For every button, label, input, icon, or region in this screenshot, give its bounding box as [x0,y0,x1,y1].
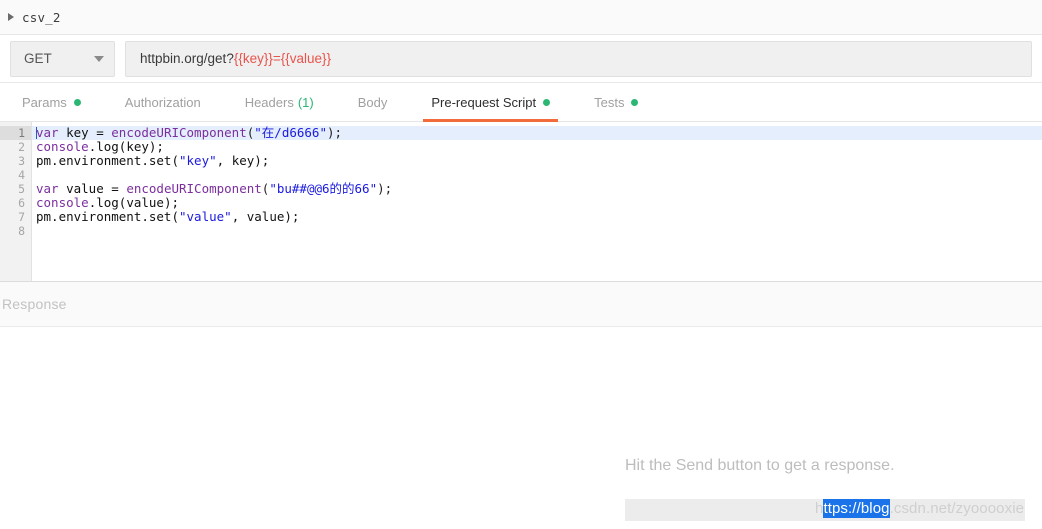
code-punctuation: ); [326,125,343,140]
line-number: 7 [18,210,25,224]
request-url-input[interactable]: httpbin.org/get? {{key}} = {{value}} [125,40,1032,77]
tab-headers-count: (1) [297,94,314,110]
response-body [0,327,1042,511]
code-string: "bu##@@6的的66" [269,181,378,196]
code-line[interactable] [32,168,1042,182]
response-empty-hint: Hit the Send button to get a response. [625,457,895,474]
code-keyword: var [36,181,59,196]
url-prefix: httpbin.org/get? [140,51,234,66]
line-number: 8 [18,224,25,238]
status-dot-icon [631,98,639,106]
tab-authorization-label: Authorization [124,94,201,110]
editor-line-number-gutter: 1 2 3 4 5 6 7 8 [0,122,32,282]
code-member: , key); [216,153,270,168]
tab-headers-label: Headers [244,94,294,110]
code-string: "key" [179,153,217,168]
editor-bottom-divider [0,281,1042,282]
http-method-label: GET [24,51,52,66]
code-function: encodeURIComponent [111,125,247,140]
tab-body-label: Body [357,94,388,110]
code-punctuation: ); [377,181,393,196]
code-member: .log(key); [88,139,164,154]
tab-tests-label: Tests [594,94,625,110]
response-title: Response [2,296,67,312]
tab-authorization[interactable]: Authorization [103,83,223,121]
code-member: , value); [231,209,300,224]
code-line[interactable]: pm.environment.set("key", key); [32,154,1042,168]
code-member: pm.environment.set( [36,153,179,168]
line-number: 1 [0,126,31,140]
line-number: 2 [18,140,25,154]
code-member: pm.environment.set( [36,209,179,224]
code-line[interactable]: console.log(key); [32,140,1042,154]
code-line[interactable] [32,224,1042,238]
request-tab-bar: Params Authorization Headers (1) Body Pr… [0,83,1042,122]
code-string: "value" [179,209,232,224]
tab-params-label: Params [22,94,67,110]
tab-pre-request-script-label: Pre-request Script [431,94,537,110]
tab-pre-request-script[interactable]: Pre-request Script [409,83,572,122]
line-number: 6 [18,196,25,210]
code-member: .log(value); [88,195,179,210]
code-line[interactable]: console.log(value); [32,196,1042,210]
code-line[interactable]: var value = encodeURIComponent("bu##@@6的… [32,182,1042,196]
code-identifier: key = [58,125,112,140]
triangle-right-icon[interactable] [8,13,14,21]
tab-tests[interactable]: Tests [572,83,660,121]
code-identifier: value = [58,181,127,196]
breadcrumb: csv_2 [0,0,1042,35]
http-method-select[interactable]: GET [10,40,115,77]
line-number: 3 [18,154,25,168]
tab-body[interactable]: Body [336,83,410,121]
watermark-url: https://blog.csdn.net/zyooooxie [815,499,1025,518]
url-equals-sign: = [272,51,281,66]
breadcrumb-label[interactable]: csv_2 [22,10,61,25]
code-object: console [36,139,89,154]
status-dot-icon [73,98,81,106]
pre-request-script-editor[interactable]: 1 2 3 4 5 6 7 8 var key = encodeURICompo… [0,122,1042,282]
code-function: encodeURIComponent [126,181,262,196]
code-line[interactable]: pm.environment.set("value", value); [32,210,1042,224]
watermark-selection: ttps://blog [823,499,890,518]
editor-code-area[interactable]: var key = encodeURIComponent("在/d6666");… [32,122,1042,282]
watermark-suffix: .csdn.net/zyooooxie [889,500,1025,517]
request-url-bar: GET httpbin.org/get? {{key}} = {{value}} [0,35,1042,83]
code-line[interactable]: var key = encodeURIComponent("在/d6666"); [32,126,1042,140]
line-number: 4 [18,168,25,182]
url-variable-key: {{key}} [233,51,273,66]
response-header: Response [0,282,1042,327]
line-number: 5 [18,182,25,196]
code-string: "在/d6666" [254,125,327,140]
url-variable-value: {{value}} [280,51,332,66]
status-dot-icon [543,98,551,106]
chevron-down-icon [94,55,104,62]
code-keyword: var [36,125,59,140]
tab-params[interactable]: Params [0,83,103,121]
code-object: console [36,195,89,210]
tab-headers[interactable]: Headers (1) [223,83,336,121]
